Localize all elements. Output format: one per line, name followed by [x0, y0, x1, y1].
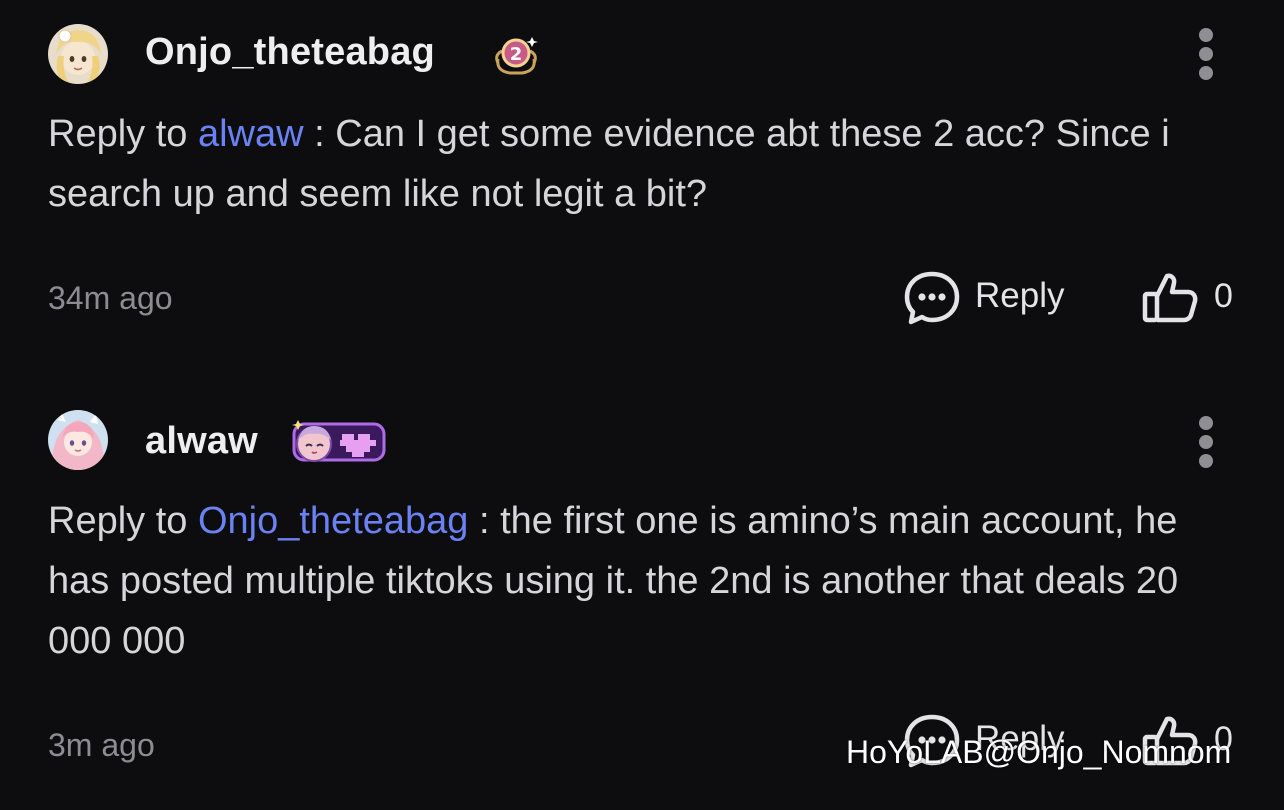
mention-link[interactable]: Onjo_theteabag — [198, 500, 468, 542]
dot — [1199, 416, 1213, 430]
username[interactable]: Onjo_theteabag — [145, 31, 435, 74]
reply-prefix: Reply to — [48, 500, 198, 542]
reply-separator: : — [468, 500, 501, 542]
more-options-button[interactable] — [1188, 24, 1224, 84]
like-count: 0 — [1214, 277, 1233, 315]
timestamp: 34m ago — [48, 280, 173, 316]
user-avatar[interactable] — [48, 410, 108, 470]
user-avatar[interactable] — [48, 24, 108, 84]
dot — [1199, 47, 1213, 61]
mention-link[interactable]: alwaw — [198, 113, 304, 155]
chat-bubble-icon — [904, 271, 960, 325]
svg-text:2: 2 — [510, 44, 523, 65]
watermark: HoYoLAB@Onjo_Nomnom — [846, 734, 1232, 770]
level-2-badge-icon: 2 — [492, 33, 540, 77]
more-options-button[interactable] — [1188, 412, 1224, 472]
comment-item: Onjo_theteabag 2 Reply to alwaw : Can I … — [0, 0, 1284, 380]
timestamp: 3m ago — [48, 727, 155, 763]
reply-separator: : — [303, 113, 336, 155]
comment-text: Reply to alwaw : Can I get some evidence… — [48, 104, 1228, 224]
thumbs-up-icon — [1142, 273, 1198, 323]
reply-prefix: Reply to — [48, 113, 198, 155]
username[interactable]: alwaw — [145, 420, 258, 463]
dot — [1199, 66, 1213, 80]
reply-label: Reply — [975, 276, 1065, 315]
dot — [1199, 28, 1213, 42]
dot — [1199, 454, 1213, 468]
comment-text: Reply to Onjo_theteabag : the first one … — [48, 491, 1228, 671]
dot — [1199, 435, 1213, 449]
pixel-heart-badge-icon — [290, 418, 388, 466]
